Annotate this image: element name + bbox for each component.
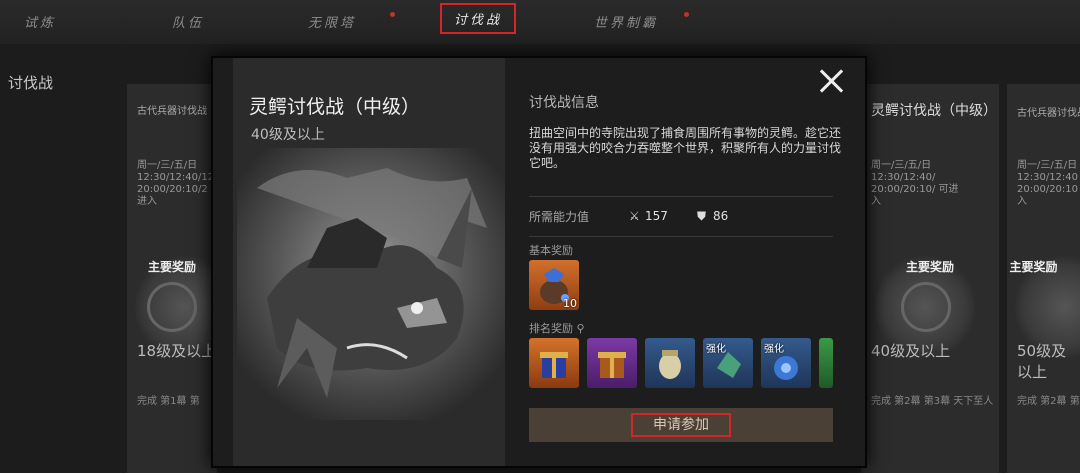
join-button-label: 申请参加 xyxy=(631,413,731,437)
card-title: 灵鳄讨伐战（中级） xyxy=(871,103,997,119)
boss-artwork xyxy=(237,148,505,420)
rank-reward-text: 排名奖励 xyxy=(529,322,573,335)
attack-value: 157 xyxy=(645,209,668,223)
tab-raid[interactable]: 讨伐战 xyxy=(440,3,517,34)
rank-reward-label: 排名奖励 ⚲ xyxy=(529,320,585,336)
reward-label: 主要奖励 xyxy=(147,260,196,274)
tab-trial[interactable]: 试炼 xyxy=(24,12,56,31)
blue-crystal-icon[interactable]: 强化 xyxy=(761,338,811,388)
top-nav: 试炼 队伍 无限塔 讨伐战 世界制霸 xyxy=(0,0,1080,44)
green-crystal-icon[interactable]: 强化 xyxy=(703,338,753,388)
gift-graphic xyxy=(598,352,626,378)
reward-icon xyxy=(147,282,197,332)
divider xyxy=(529,236,833,237)
gift-graphic xyxy=(540,352,568,378)
info-title: 讨伐战信息 xyxy=(529,95,599,111)
treasure-urn-icon[interactable] xyxy=(645,338,695,388)
raid-card-left[interactable]: 古代兵器讨伐战 周一/三/五/日 12:30/12:40/12 20:00/20… xyxy=(127,84,217,473)
tab-infinite-tower[interactable]: 无限塔 xyxy=(308,12,356,31)
card-schedule: 周一/三/五/日 12:30/12:40/12 20:00/20:10/2 可进… xyxy=(137,160,217,207)
card-footer: 完成 第2幕 第3幕 天下至人 xyxy=(871,396,994,407)
reward-label: 主要奖励 xyxy=(1009,260,1058,274)
side-title: 讨伐战 xyxy=(8,74,54,92)
gem-pouch-icon[interactable]: 10 xyxy=(529,260,579,310)
reward-icon xyxy=(901,282,951,332)
purple-gift-box-icon[interactable] xyxy=(587,338,637,388)
card-footer: 完成 第2幕 第3幕 xyxy=(1017,396,1080,407)
card-level: 40级及以上 xyxy=(871,342,951,360)
card-title: 古代兵器讨伐战 xyxy=(1017,108,1080,119)
raid-card-right-2[interactable]: 古代兵器讨伐战 周一/三/五/日 12:30/12:40 20:00/20:10… xyxy=(1007,84,1080,473)
crossed-swords-icon: ⚔ xyxy=(629,209,640,223)
card-schedule: 周一/三/五/日 12:30/12:40 20:00/20:10 可进入 xyxy=(1017,160,1080,207)
requirement-label: 所需能力值 xyxy=(529,210,590,224)
base-reward-label: 基本奖励 xyxy=(529,244,573,257)
enhance-tag: 强化 xyxy=(764,344,784,355)
item-quantity: 10 xyxy=(563,297,577,310)
tab-world-domination[interactable]: 世界制霸 xyxy=(594,12,658,31)
card-footer: 完成 第1幕 第 xyxy=(137,396,200,407)
join-button[interactable]: 申请参加 xyxy=(529,408,833,442)
card-title: 古代兵器讨伐战 xyxy=(137,106,207,117)
defense-value: 86 xyxy=(713,209,729,223)
enhance-tag: 强化 xyxy=(706,344,726,355)
raid-description: 扭曲空间中的寺院出现了捕食周围所有事物的灵鳄。趁它还没有用强大的咬合力吞噬整个世… xyxy=(529,126,842,170)
raid-card-right-1[interactable]: 灵鳄讨伐战（中级） 周一/三/五/日 12:30/12:40/ 20:00/20… xyxy=(861,84,999,473)
close-icon[interactable] xyxy=(818,68,844,94)
notification-dot xyxy=(390,12,395,17)
search-icon[interactable]: ⚲ xyxy=(577,322,585,335)
reward-label: 主要奖励 xyxy=(905,260,954,274)
boss-panel: 灵鳄讨伐战（中级） 40级及以上 xyxy=(233,58,505,466)
urn-graphic xyxy=(659,350,681,379)
notification-dot xyxy=(684,12,689,17)
modal-title: 灵鳄讨伐战（中级） xyxy=(249,96,421,118)
tab-party[interactable]: 队伍 xyxy=(172,12,204,31)
card-level: 50级及以上 xyxy=(1017,342,1067,381)
raid-info-modal: 灵鳄讨伐战（中级） 40级及以上 讨伐战信息 扭曲空间中的寺院出现了捕食周围所有… xyxy=(211,56,867,468)
attack-stat: ⚔ 157 xyxy=(629,209,668,223)
shield-icon: ⛊ xyxy=(697,209,707,223)
modal-subtitle: 40级及以上 xyxy=(251,127,325,143)
defense-stat: ⛊ 86 xyxy=(697,209,728,224)
partial-item-icon[interactable] xyxy=(819,338,833,388)
card-schedule: 周一/三/五/日 12:30/12:40/ 20:00/20:10/ 可进入 xyxy=(871,160,959,207)
card-level: 18级及以上 xyxy=(137,342,217,360)
orange-gift-box-icon[interactable] xyxy=(529,338,579,388)
divider xyxy=(529,196,833,197)
